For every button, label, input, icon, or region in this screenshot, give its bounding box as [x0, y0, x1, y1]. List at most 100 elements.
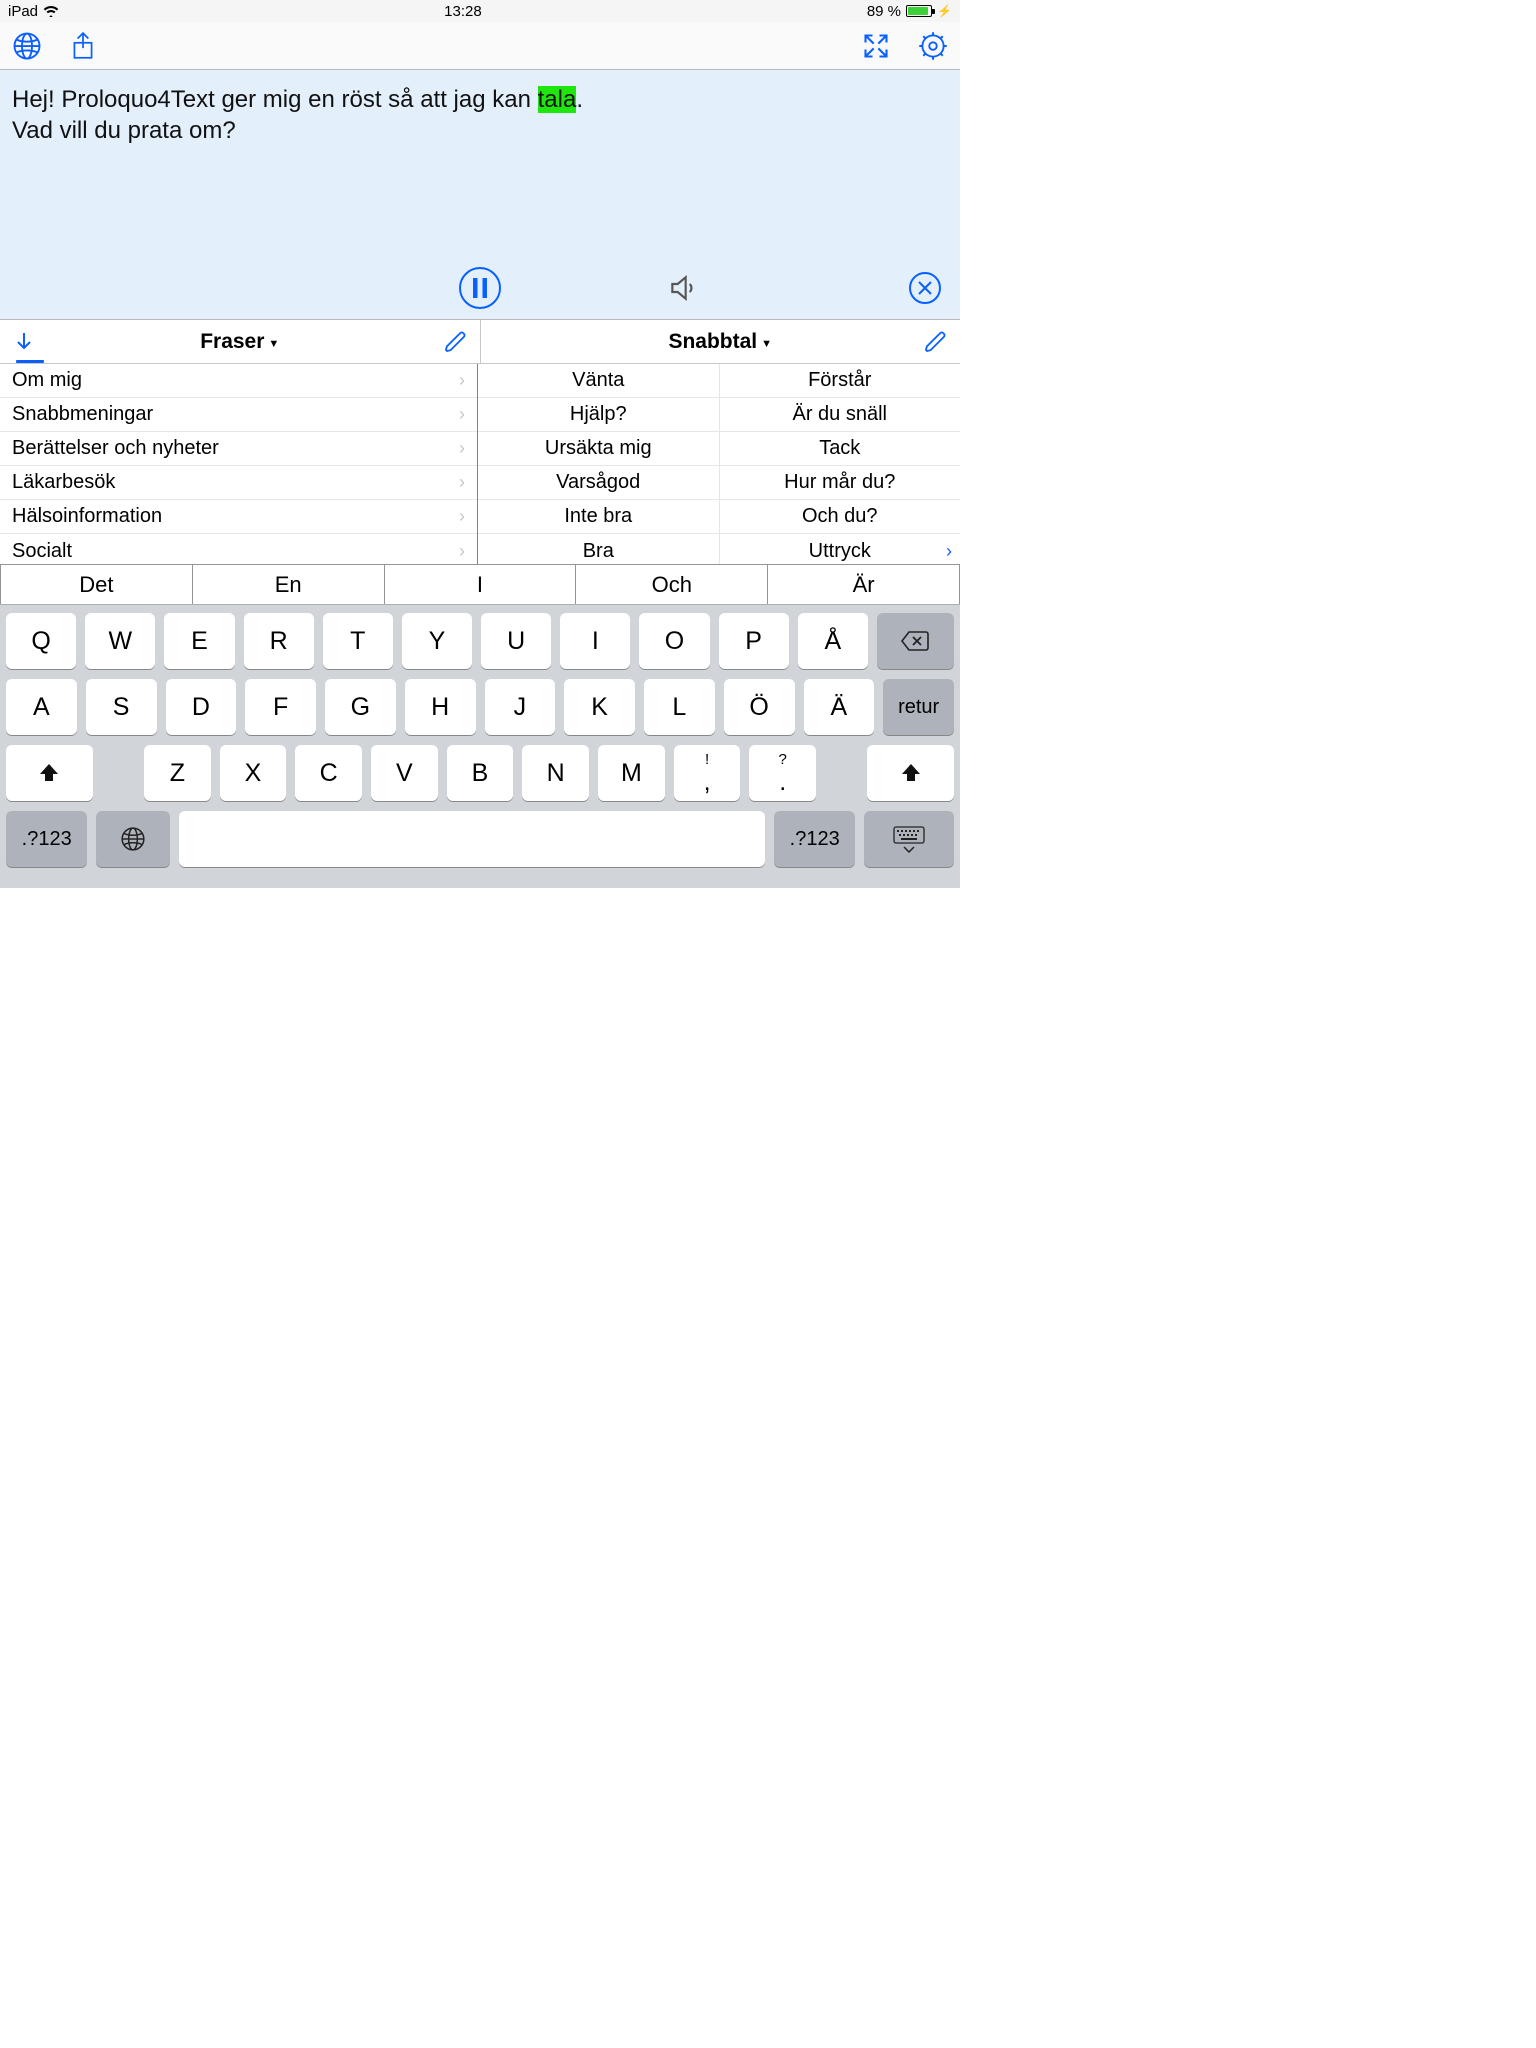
phrase-row[interactable]: Socialt › [0, 534, 477, 568]
key-w[interactable]: W [85, 613, 155, 669]
key-punct-period[interactable]: ?. [749, 745, 816, 801]
speaking-word: tala [538, 86, 577, 113]
key-r[interactable]: R [244, 613, 314, 669]
quick-item[interactable]: Varsågod [478, 466, 719, 500]
key-adia[interactable]: Ä [804, 679, 875, 735]
quick-item[interactable]: Hur mår du? [720, 466, 961, 500]
key-c[interactable]: C [295, 745, 362, 801]
tabs-bar: Fraser▼ Snabbtal▼ [0, 320, 960, 364]
backspace-key[interactable] [877, 613, 954, 669]
quick-item[interactable]: Förstår [720, 364, 961, 398]
key-v[interactable]: V [371, 745, 438, 801]
clock: 13:28 [444, 3, 482, 20]
key-a[interactable]: A [6, 679, 77, 735]
lists: Om mig› Snabbmeningar› Berättelser och n… [0, 364, 960, 564]
key-f[interactable]: F [245, 679, 316, 735]
key-z[interactable]: Z [144, 745, 211, 801]
pause-button[interactable] [458, 266, 502, 310]
text-content: Hej! Proloquo4Text ger mig en röst så at… [12, 84, 948, 146]
key-t[interactable]: T [323, 613, 393, 669]
key-punct-comma[interactable]: !, [674, 745, 741, 801]
phrase-row[interactable]: Berättelser och nyheter› [0, 432, 477, 466]
backspace-icon [900, 630, 930, 652]
quick-item[interactable]: Ursäkta mig [478, 432, 719, 466]
phrase-label: Hälsoinformation [12, 505, 162, 528]
gear-icon[interactable] [918, 31, 948, 61]
key-p[interactable]: P [719, 613, 789, 669]
phrase-label: Läkarbesök [12, 471, 115, 494]
prediction-cell[interactable]: Och [576, 565, 768, 604]
keyboard: Q W E R T Y U I O P Å A S D F G H J K L … [0, 604, 960, 888]
numbers-key-right[interactable]: .?123 [774, 811, 855, 867]
key-u[interactable]: U [481, 613, 551, 669]
shift-key-left[interactable] [6, 745, 93, 801]
key-o[interactable]: O [639, 613, 709, 669]
key-g[interactable]: G [325, 679, 396, 735]
key-n[interactable]: N [522, 745, 589, 801]
key-b[interactable]: B [447, 745, 514, 801]
shift-icon [899, 761, 923, 785]
key-d[interactable]: D [166, 679, 237, 735]
download-icon[interactable] [12, 330, 36, 354]
prediction-cell[interactable]: Är [768, 565, 960, 604]
key-y[interactable]: Y [402, 613, 472, 669]
globe-key[interactable] [96, 811, 169, 867]
expand-icon[interactable] [862, 32, 890, 60]
battery-percent: 89 % [867, 3, 901, 20]
share-icon[interactable] [70, 31, 96, 61]
key-i[interactable]: I [560, 613, 630, 669]
key-aring[interactable]: Å [798, 613, 868, 669]
key-odia[interactable]: Ö [724, 679, 795, 735]
tab-quicktalk: Snabbtal▼ [481, 320, 961, 363]
key-s[interactable]: S [86, 679, 157, 735]
phrase-row[interactable]: Hälsoinformation› [0, 500, 477, 534]
key-e[interactable]: E [164, 613, 234, 669]
device-label: iPad [8, 3, 38, 20]
key-q[interactable]: Q [6, 613, 76, 669]
key-x[interactable]: X [220, 745, 287, 801]
shift-key-right[interactable] [867, 745, 954, 801]
phrase-label: Snabbmeningar [12, 403, 153, 426]
chevron-down-icon: ▼ [268, 338, 279, 350]
chevron-right-icon: › [459, 541, 465, 562]
text-line1-post: . [576, 86, 583, 113]
tab-phrases-label[interactable]: Fraser▼ [200, 330, 279, 354]
quick-item[interactable]: Tack [720, 432, 961, 466]
phrases-list: Om mig› Snabbmeningar› Berättelser och n… [0, 364, 478, 564]
key-h[interactable]: H [405, 679, 476, 735]
quick-item[interactable]: Inte bra [478, 500, 719, 534]
phrase-label: Om mig [12, 369, 82, 392]
quick-item[interactable]: Bra [478, 534, 719, 568]
quick-item[interactable]: Och du? [720, 500, 961, 534]
space-key[interactable] [179, 811, 765, 867]
edit-quicktalk-button[interactable] [924, 330, 948, 354]
chevron-right-icon: › [459, 438, 465, 459]
prediction-cell[interactable]: I [385, 565, 577, 604]
quicktalk-list: Vänta Hjälp? Ursäkta mig Varsågod Inte b… [478, 364, 960, 564]
phrase-row[interactable]: Läkarbesök› [0, 466, 477, 500]
quick-item[interactable]: Är du snäll [720, 398, 961, 432]
quick-item-more[interactable]: Uttryck› [720, 534, 961, 568]
phrase-row[interactable]: Snabbmeningar› [0, 398, 477, 432]
prediction-cell[interactable]: En [193, 565, 385, 604]
phrase-label: Socialt [12, 540, 72, 563]
return-key[interactable]: retur [883, 679, 954, 735]
charging-icon: ⚡ [937, 4, 952, 18]
key-j[interactable]: J [485, 679, 556, 735]
prediction-cell[interactable]: Det [0, 565, 193, 604]
chevron-right-icon: › [946, 541, 952, 562]
dismiss-keyboard-key[interactable] [864, 811, 954, 867]
quick-item[interactable]: Vänta [478, 364, 719, 398]
text-pad[interactable]: Hej! Proloquo4Text ger mig en röst så at… [0, 70, 960, 320]
edit-phrases-button[interactable] [444, 330, 468, 354]
key-m[interactable]: M [598, 745, 665, 801]
quick-item[interactable]: Hjälp? [478, 398, 719, 432]
speaker-icon[interactable] [667, 272, 699, 304]
numbers-key-left[interactable]: .?123 [6, 811, 87, 867]
key-l[interactable]: L [644, 679, 715, 735]
key-k[interactable]: K [564, 679, 635, 735]
tab-quicktalk-label[interactable]: Snabbtal▼ [668, 330, 772, 354]
clear-button[interactable] [908, 271, 942, 305]
phrase-row[interactable]: Om mig› [0, 364, 477, 398]
globe-icon[interactable] [12, 31, 42, 61]
